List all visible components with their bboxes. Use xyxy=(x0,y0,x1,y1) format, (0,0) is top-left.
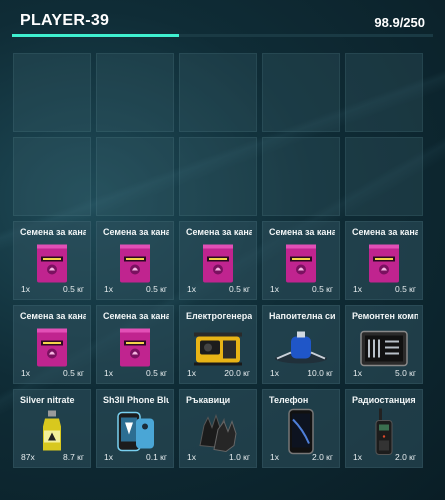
item-quantity: 1x xyxy=(270,284,279,294)
inventory-item[interactable]: Sh3ll Phone Blue 1x 0.1 кг xyxy=(96,389,174,468)
seed-packet-icon xyxy=(118,244,152,289)
item-name: Семена за кана.. xyxy=(352,227,418,237)
item-weight: 1.0 кг xyxy=(229,452,250,462)
item-name: Семена за кана.. xyxy=(103,227,169,237)
item-name: Радиостанция xyxy=(352,395,416,405)
inventory-item[interactable]: Семена за кана.. 1x 0.5 кг xyxy=(96,305,174,384)
seed-packet-icon xyxy=(35,244,69,289)
capacity-bar xyxy=(12,34,433,37)
inventory-grid: Семена за кана.. 1x 0.5 кг Семена за кан… xyxy=(13,53,423,468)
inventory-item[interactable]: Семена за кана.. 1x 0.5 кг xyxy=(13,305,91,384)
item-weight: 0.5 кг xyxy=(63,284,84,294)
inventory-item[interactable]: Семена за кана.. 1x 0.5 кг xyxy=(96,221,174,300)
inventory-item[interactable]: Ръкавици 1x 1.0 кг xyxy=(179,389,257,468)
inventory-item[interactable]: Семена за кана.. 1x 0.5 кг xyxy=(345,221,423,300)
item-name: Silver nitrate xyxy=(20,395,75,405)
empty-slot[interactable] xyxy=(262,53,340,132)
empty-slot[interactable] xyxy=(13,53,91,132)
item-quantity: 1x xyxy=(270,368,279,378)
seed-packet-icon xyxy=(35,328,69,373)
empty-slot[interactable] xyxy=(179,137,257,216)
item-name: Електрогенератор xyxy=(186,311,252,321)
inventory-item[interactable]: Радиостанция 1x 2.0 кг xyxy=(345,389,423,468)
item-quantity: 1x xyxy=(270,452,279,462)
inventory-header: PLAYER-39 98.9/250 xyxy=(12,10,433,40)
item-weight: 0.5 кг xyxy=(229,284,250,294)
item-weight: 8.7 кг xyxy=(63,452,84,462)
item-quantity: 1x xyxy=(21,284,30,294)
item-name: Ремонтен компл.. xyxy=(352,311,418,321)
radio-icon xyxy=(372,407,396,462)
empty-slot[interactable] xyxy=(262,137,340,216)
irrigation-system-icon xyxy=(273,329,329,372)
empty-slot[interactable] xyxy=(345,137,423,216)
empty-slot[interactable] xyxy=(179,53,257,132)
item-name: Семена за кана.. xyxy=(20,311,86,321)
item-weight: 0.5 кг xyxy=(146,284,167,294)
inventory-item[interactable]: Ремонтен компл.. 1x 5.0 кг xyxy=(345,305,423,384)
item-weight: 0.5 кг xyxy=(395,284,416,294)
inventory-item[interactable]: Телефон 1x 2.0 кг xyxy=(262,389,340,468)
empty-slot[interactable] xyxy=(96,137,174,216)
inventory-item[interactable]: Семена за кана.. 1x 0.5 кг xyxy=(179,221,257,300)
seed-packet-icon xyxy=(367,244,401,289)
capacity-bar-fill xyxy=(12,34,179,37)
item-name: Телефон xyxy=(269,395,309,405)
item-name: Напоителна сис.. xyxy=(269,311,335,321)
empty-slot[interactable] xyxy=(96,53,174,132)
inventory-item[interactable]: Семена за кана.. 1x 0.5 кг xyxy=(13,221,91,300)
seed-packet-icon xyxy=(118,328,152,373)
seed-packet-icon xyxy=(284,244,318,289)
item-weight: 0.5 кг xyxy=(146,368,167,378)
item-name: Семена за кана.. xyxy=(20,227,86,237)
empty-slot[interactable] xyxy=(345,53,423,132)
item-quantity: 1x xyxy=(353,368,362,378)
item-quantity: 1x xyxy=(187,284,196,294)
item-quantity: 87x xyxy=(21,452,35,462)
item-quantity: 1x xyxy=(21,368,30,378)
item-name: Sh3ll Phone Blue xyxy=(103,395,169,405)
item-quantity: 1x xyxy=(104,368,113,378)
item-name: Ръкавици xyxy=(186,395,231,405)
item-weight: 0.5 кг xyxy=(63,368,84,378)
item-quantity: 1x xyxy=(104,284,113,294)
item-weight: 5.0 кг xyxy=(395,368,416,378)
inventory-item[interactable]: Silver nitrate 87x 8.7 кг xyxy=(13,389,91,468)
generator-icon xyxy=(190,327,246,374)
item-quantity: 1x xyxy=(353,452,362,462)
item-name: Семена за кана.. xyxy=(186,227,252,237)
item-weight: 0.1 кг xyxy=(146,452,167,462)
inventory-item[interactable]: Напоителна сис.. 1x 10.0 кг xyxy=(262,305,340,384)
item-quantity: 1x xyxy=(187,368,196,378)
item-name: Семена за кана.. xyxy=(269,227,335,237)
seed-packet-icon xyxy=(201,244,235,289)
item-name: Семена за кана.. xyxy=(103,311,169,321)
item-weight: 2.0 кг xyxy=(395,452,416,462)
item-quantity: 1x xyxy=(187,452,196,462)
inventory-item[interactable]: Семена за кана.. 1x 0.5 кг xyxy=(262,221,340,300)
item-weight: 2.0 кг xyxy=(312,452,333,462)
inventory-item[interactable]: Електрогенератор 1x 20.0 кг xyxy=(179,305,257,384)
item-weight: 10.0 кг xyxy=(307,368,333,378)
empty-slot[interactable] xyxy=(13,137,91,216)
phone-icon xyxy=(287,408,315,461)
item-weight: 20.0 кг xyxy=(224,368,250,378)
carry-weight: 98.9/250 xyxy=(374,15,425,30)
item-quantity: 1x xyxy=(353,284,362,294)
player-name: PLAYER-39 xyxy=(20,12,110,29)
item-weight: 0.5 кг xyxy=(312,284,333,294)
item-quantity: 1x xyxy=(104,452,113,462)
